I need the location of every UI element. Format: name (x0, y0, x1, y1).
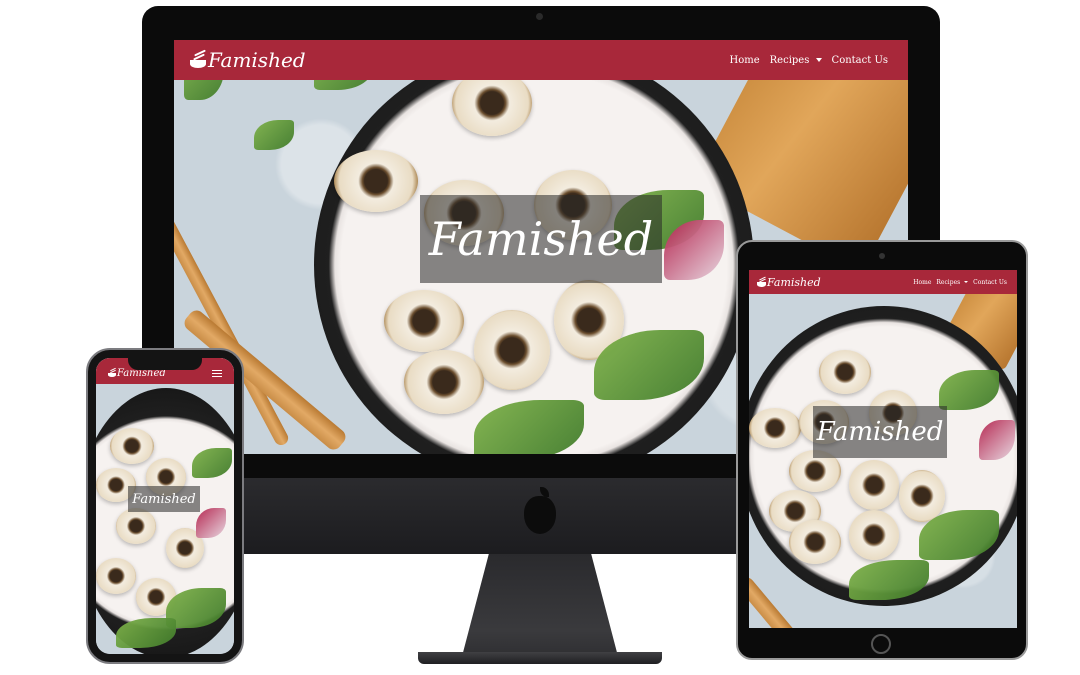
nav-recipes-label: Recipes (936, 278, 961, 286)
navbar: Famished Home Recipes Contact Us (174, 40, 908, 80)
chicken-roll (789, 520, 841, 564)
caret-down-icon (815, 58, 822, 62)
nav-home[interactable]: Home (913, 279, 931, 286)
hero-title: Famished (428, 212, 654, 266)
navbar-brand[interactable]: Famished (190, 48, 306, 72)
hero-title-box: Famished (420, 195, 662, 283)
chicken-roll (384, 290, 464, 352)
imac-camera (536, 13, 543, 20)
lettuce-leaf (254, 120, 294, 150)
chicken-roll (819, 350, 871, 394)
nav-recipes-label: Recipes (769, 54, 810, 66)
nav-links: Home Recipes Contact Us (913, 279, 1007, 286)
hero-title: Famished (132, 491, 196, 507)
chicken-roll (849, 460, 899, 510)
bowl-with-chopsticks-icon (757, 276, 766, 287)
chicken-roll (474, 310, 550, 390)
apple-logo-icon (524, 487, 556, 534)
imac-stand (460, 554, 620, 664)
chicken-roll (96, 558, 136, 594)
chicken-roll (116, 508, 156, 544)
nav-links: Home Recipes Contact Us (730, 55, 889, 66)
brand-name: Famished (767, 275, 821, 289)
nav-contact[interactable]: Contact Us (832, 55, 888, 66)
nav-recipes[interactable]: Recipes (770, 55, 822, 66)
ipad-home-button (871, 634, 891, 654)
nav-contact[interactable]: Contact Us (973, 279, 1007, 286)
iphone-notch (128, 358, 202, 370)
ipad-camera (879, 253, 885, 259)
bowl-with-chopsticks-icon (108, 367, 116, 377)
imac-stand-foot (418, 652, 662, 664)
wooden-spoon-image (749, 574, 799, 628)
iphone-screen: Famished Famished (96, 358, 234, 654)
chicken-roll (749, 408, 801, 448)
chicken-roll (334, 150, 418, 212)
hero-title-box: Famished (128, 486, 200, 512)
hero-title: Famished (816, 417, 944, 447)
chicken-roll (899, 470, 945, 522)
ipad-screen: Famished Home Recipes Contact Us Famishe… (749, 270, 1017, 628)
bowl-with-chopsticks-icon (190, 49, 206, 68)
nav-home[interactable]: Home (730, 55, 760, 66)
nav-recipes[interactable]: Recipes (936, 278, 969, 286)
navbar: Famished Home Recipes Contact Us (749, 270, 1017, 294)
navbar-brand[interactable]: Famished (757, 276, 821, 289)
brand-name: Famished (208, 48, 306, 72)
hero-title-box: Famished (813, 406, 947, 458)
chicken-roll (110, 428, 154, 464)
chicken-roll (849, 510, 899, 560)
chicken-roll (404, 350, 484, 414)
caret-down-icon (964, 281, 969, 283)
hamburger-menu-icon[interactable] (212, 369, 222, 377)
